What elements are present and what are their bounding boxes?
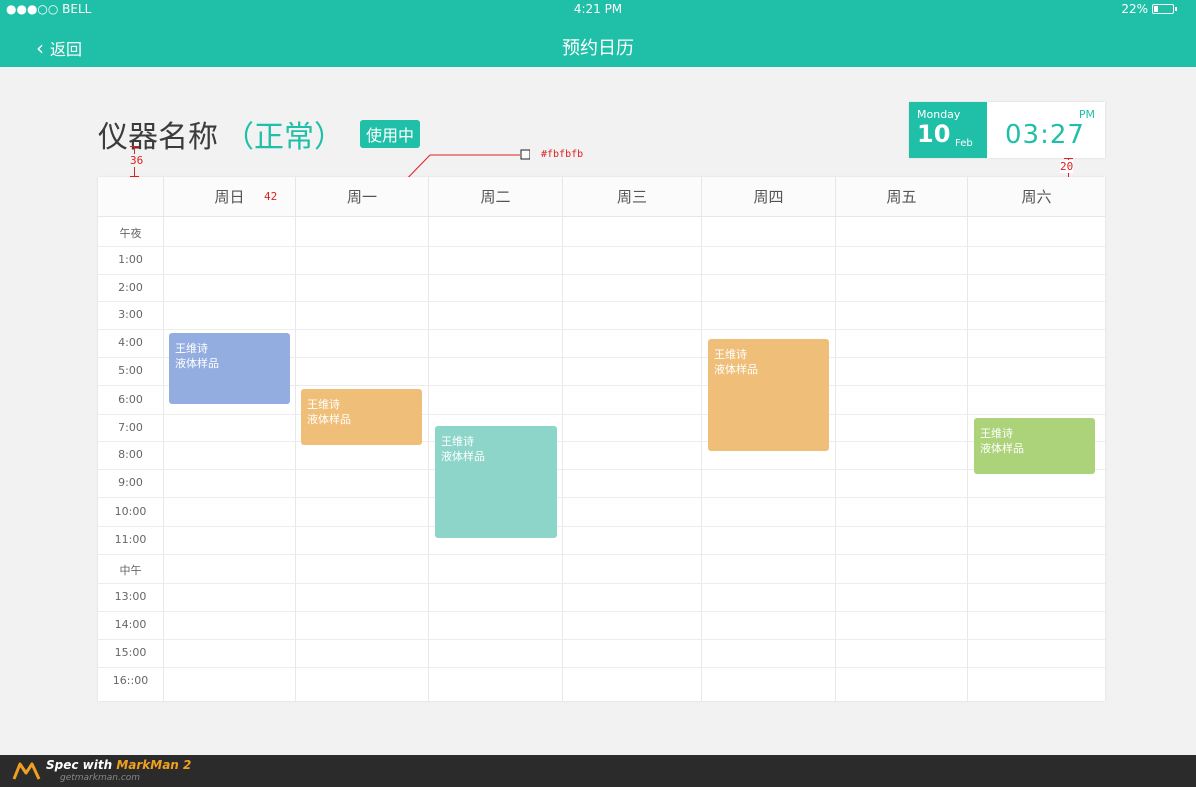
event-user: 王维诗 xyxy=(714,348,747,361)
grid-row-line xyxy=(98,441,1105,442)
hour-label: 13:00 xyxy=(114,590,147,603)
status-time: 4:21 PM xyxy=(573,2,623,16)
clock-time: 03:27 xyxy=(1005,120,1085,150)
footer-url: getmarkman.com xyxy=(60,773,141,783)
hour-label: 5:00 xyxy=(118,364,143,377)
event-user: 王维诗 xyxy=(980,427,1013,440)
date-time-card: Monday 10 Feb PM 03:27 xyxy=(909,102,1105,158)
day-header[interactable]: 周二 xyxy=(428,177,562,217)
grid-column-line xyxy=(428,217,429,701)
grid-row-line xyxy=(98,526,1105,527)
hour-label: 2:00 xyxy=(118,281,143,294)
footer-spec-prefix: Spec with xyxy=(46,758,117,772)
event-sample: 液体样品 xyxy=(175,357,219,370)
grid-column-line xyxy=(295,217,296,701)
hour-label: 7:00 xyxy=(118,421,143,434)
battery-indicator: 22% xyxy=(1121,2,1177,16)
hour-label: 11:00 xyxy=(114,533,147,546)
booking-event[interactable]: 王维诗 液体样品 xyxy=(708,339,829,451)
page-title: 预约日历 xyxy=(562,38,634,59)
grid-row-line xyxy=(98,301,1105,302)
grid-row-line xyxy=(98,611,1105,612)
grid-row-line xyxy=(98,667,1105,668)
grid-row-line xyxy=(98,274,1105,275)
event-sample: 液体样品 xyxy=(980,442,1024,455)
booking-event[interactable]: 王维诗 液体样品 xyxy=(301,389,422,445)
hour-label: 午夜 xyxy=(119,227,142,240)
in-use-badge: 使用中 xyxy=(360,120,421,148)
day-header[interactable]: 周三 xyxy=(562,177,701,217)
hour-label: 15:00 xyxy=(114,646,147,659)
day-header[interactable]: 周四 xyxy=(701,177,835,217)
hour-label: 6:00 xyxy=(118,393,143,406)
spec-card-gap-cap-top xyxy=(1064,158,1073,159)
spec-card-gap: 20 xyxy=(1060,160,1074,173)
day-number: 10 xyxy=(917,120,951,148)
event-sample: 液体样品 xyxy=(714,363,758,376)
booking-event[interactable]: 王维诗 液体样品 xyxy=(974,418,1095,474)
hour-label: 3:00 xyxy=(118,308,143,321)
hour-label: 9:00 xyxy=(118,476,143,489)
spec-header-height: 42 xyxy=(264,190,278,203)
footer-brand: MarkMan 2 xyxy=(116,758,192,772)
hour-label: 4:00 xyxy=(118,336,143,349)
grid-row-line xyxy=(98,497,1105,498)
event-sample: 液体样品 xyxy=(307,413,351,426)
grid-row-line xyxy=(98,246,1105,247)
grid-row-line xyxy=(98,414,1105,415)
grid-column-line xyxy=(163,217,164,701)
spec-title-gap-cap-top xyxy=(130,146,139,147)
booking-calendar: 午夜 1:00 2:00 3:00 4:00 5:00 6:00 7:00 8:00 9:00 10… xyxy=(98,177,1105,701)
grid-column-line xyxy=(701,217,702,701)
footer-spec-text: Spec with MarkMan 2 xyxy=(46,758,191,772)
hour-label: 14:00 xyxy=(114,618,147,631)
event-user: 王维诗 xyxy=(175,342,208,355)
hour-label: 1:00 xyxy=(118,253,143,266)
day-header[interactable]: 周一 xyxy=(295,177,428,217)
event-user: 王维诗 xyxy=(307,398,340,411)
day-header[interactable]: 周六 xyxy=(967,177,1105,217)
event-sample: 液体样品 xyxy=(441,450,485,463)
instrument-name: 仪器名称 xyxy=(98,120,218,155)
date-box: Monday 10 Feb xyxy=(909,102,987,158)
battery-percent: 22% xyxy=(1121,2,1148,16)
grid-row-line xyxy=(98,583,1105,584)
navigation-bar: ●●●○○ BELL 4:21 PM 22% ‹ 返回 预约日历 xyxy=(0,0,1196,67)
grid-row-line xyxy=(98,329,1105,330)
grid-column-line xyxy=(967,217,968,701)
spec-title-gap: 36 xyxy=(130,154,144,167)
markman-logo-icon xyxy=(12,762,41,780)
hour-label: 10:00 xyxy=(114,505,147,518)
booking-event[interactable]: 王维诗 液体样品 xyxy=(169,333,290,404)
grid-row-line xyxy=(98,639,1105,640)
event-user: 王维诗 xyxy=(441,435,474,448)
grid-row-line xyxy=(98,554,1105,555)
spec-header-color: #fbfbfb xyxy=(541,149,584,160)
month-label: Feb xyxy=(955,138,973,149)
instrument-title: 仪器名称 （正常） 使用中 xyxy=(98,112,421,156)
markman-footer: Spec with MarkMan 2 getmarkman.com xyxy=(0,755,1196,787)
instrument-status: （正常） xyxy=(224,120,344,155)
status-bar: ●●●○○ BELL 4:21 PM 22% xyxy=(0,0,1196,18)
hour-label: 中午 xyxy=(119,564,142,577)
day-header[interactable]: 周五 xyxy=(835,177,967,217)
grid-column-line xyxy=(562,217,563,701)
booking-event[interactable]: 王维诗 液体样品 xyxy=(435,426,557,538)
grid-row-line xyxy=(98,469,1105,470)
battery-icon xyxy=(1152,4,1177,14)
hour-label: 16::00 xyxy=(112,674,149,687)
grid-column-line xyxy=(835,217,836,701)
hour-label: 8:00 xyxy=(118,448,143,461)
